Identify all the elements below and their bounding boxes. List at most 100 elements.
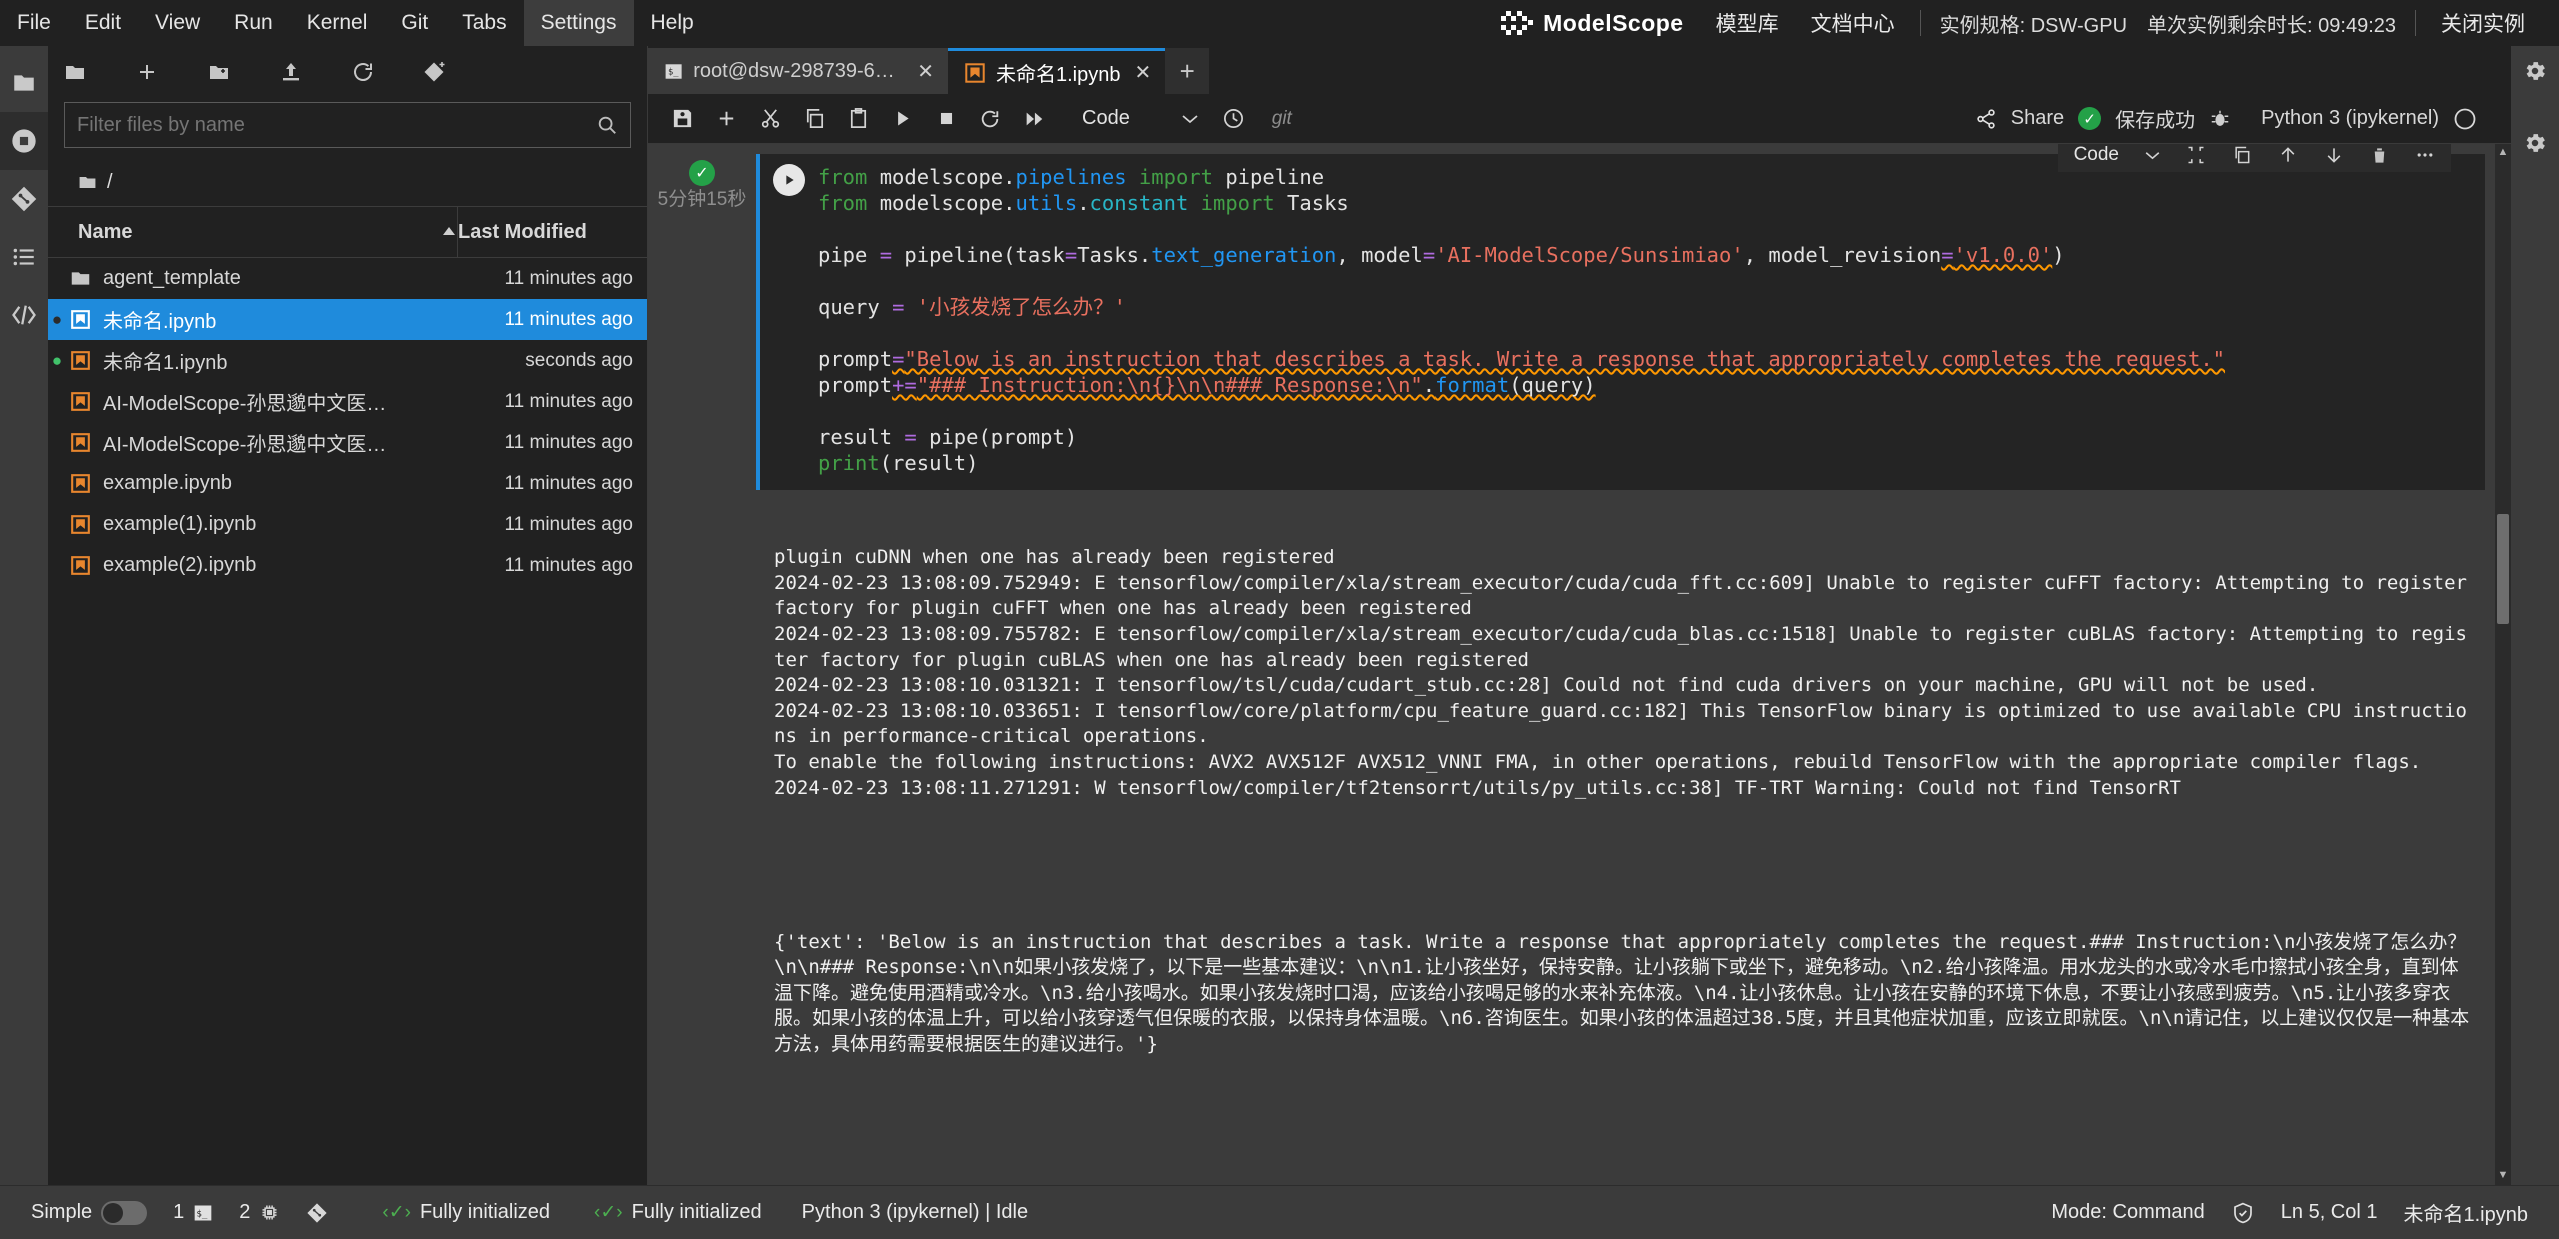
menu-item-help[interactable]: Help xyxy=(634,0,711,46)
upload-icon[interactable] xyxy=(278,59,304,85)
menu-item-run[interactable]: Run xyxy=(217,0,290,46)
more-icon[interactable] xyxy=(2415,145,2435,165)
cell-type-select[interactable]: Code xyxy=(1068,107,1212,130)
history-icon[interactable] xyxy=(1212,100,1256,138)
file-last-modified: 11 minutes ago xyxy=(504,390,633,412)
run-icon[interactable] xyxy=(880,100,924,138)
insert-cell-icon[interactable] xyxy=(704,100,748,138)
header-link-docs[interactable]: 文档中心 xyxy=(1795,8,1911,38)
file-last-modified: 11 minutes ago xyxy=(504,431,633,453)
new-folder-icon[interactable] xyxy=(206,59,232,85)
file-list-item[interactable]: ● 未命名1.ipynb seconds ago xyxy=(48,340,647,381)
menu-item-kernel[interactable]: Kernel xyxy=(290,0,385,46)
menu-item-view[interactable]: View xyxy=(138,0,217,46)
close-instance-button[interactable]: 关闭实例 xyxy=(2425,8,2541,38)
header-link-models[interactable]: 模型库 xyxy=(1700,8,1795,38)
current-filename: 未命名1.ipynb xyxy=(2403,1204,2529,1226)
restart-icon[interactable] xyxy=(968,100,1012,138)
close-icon[interactable]: ✕ xyxy=(1135,60,1152,85)
refresh-icon[interactable] xyxy=(350,59,376,85)
delete-icon[interactable] xyxy=(2370,146,2389,165)
notebook-scrollbar[interactable]: ▲ ▼ xyxy=(2495,144,2511,1185)
file-list-item[interactable]: example(2).ipynb 11 minutes ago xyxy=(48,545,647,586)
chevron-down-icon[interactable] xyxy=(2145,151,2160,160)
column-header-name[interactable]: Name xyxy=(48,221,457,244)
status-item-initialized-1[interactable]: ‹✓› Fully initialized xyxy=(369,1201,563,1224)
notebook-icon xyxy=(965,62,985,83)
copy-icon[interactable] xyxy=(792,100,836,138)
terminal-count[interactable]: 1 $_ xyxy=(160,1201,226,1224)
menu-item-tabs[interactable]: Tabs xyxy=(445,0,523,46)
cell-run-button[interactable] xyxy=(760,154,818,490)
edit-mode-indicator: Mode: Command xyxy=(2051,1201,2205,1223)
kernel-status[interactable]: Python 3 (ipykernel) | Idle xyxy=(789,1201,1041,1224)
move-down-icon[interactable] xyxy=(2324,145,2344,165)
scroll-up-arrow-icon[interactable]: ▲ xyxy=(2497,146,2509,160)
shield-check-icon[interactable] xyxy=(2218,1201,2268,1225)
scroll-down-arrow-icon[interactable]: ▼ xyxy=(2497,1169,2509,1183)
save-icon[interactable] xyxy=(660,100,704,138)
notebook-panel: $_ root@dsw-298739-69db79cc ✕ 未命名1.ipynb… xyxy=(648,46,2511,1185)
folder-icon[interactable] xyxy=(62,59,88,85)
duplicate-icon[interactable] xyxy=(2232,145,2252,165)
menu-item-file[interactable]: File xyxy=(0,0,68,46)
git-label[interactable]: git xyxy=(1256,100,1308,138)
sidebar-item-running[interactable] xyxy=(0,112,48,170)
cell-toolbar-type[interactable]: Code xyxy=(2074,144,2119,166)
new-launcher-icon[interactable] xyxy=(134,59,160,85)
sidebar-item-file-browser[interactable] xyxy=(0,54,48,112)
simple-mode-toggle[interactable]: Simple xyxy=(18,1200,160,1225)
toggle-switch[interactable] xyxy=(101,1200,148,1225)
settings-gear-icon[interactable] xyxy=(2522,130,2548,156)
file-last-modified: 11 minutes ago xyxy=(504,554,633,576)
restart-run-all-icon[interactable] xyxy=(1012,100,1056,138)
instance-spec-label: 实例规格: DSW-GPU xyxy=(1939,14,2128,37)
scrollbar-thumb[interactable] xyxy=(2497,514,2509,624)
move-up-icon[interactable] xyxy=(2278,145,2298,165)
menu-item-settings[interactable]: Settings xyxy=(523,0,634,46)
main-frame: / Name Last Modified agent_template 11 mi… xyxy=(0,46,2559,1185)
column-header-last-modified[interactable]: Last Modified xyxy=(457,207,647,257)
menu-item-edit[interactable]: Edit xyxy=(68,0,138,46)
cell-output-text[interactable]: plugin cuDNN when one has already been r… xyxy=(760,490,2485,1115)
folder-icon xyxy=(66,268,94,289)
tab-notebook[interactable]: 未命名1.ipynb ✕ xyxy=(948,48,1166,94)
sidebar-item-table-of-contents[interactable] xyxy=(0,228,48,286)
cursor-position[interactable]: Ln 5, Col 1 xyxy=(2268,1201,2391,1224)
tab-terminal[interactable]: $_ root@dsw-298739-69db79cc ✕ xyxy=(648,48,948,94)
file-name: AI-ModelScope-孙思邈中文医… xyxy=(103,393,387,415)
menu-item-git[interactable]: Git xyxy=(384,0,445,46)
filter-files-field[interactable] xyxy=(64,102,631,148)
file-list-item[interactable]: AI-ModelScope-孙思邈中文医… 11 minutes ago xyxy=(48,381,647,422)
breadcrumb[interactable]: / xyxy=(48,158,647,206)
close-icon[interactable]: ✕ xyxy=(917,59,934,84)
search-input[interactable] xyxy=(77,113,596,137)
kernel-idle-circle-icon xyxy=(2454,108,2476,129)
share-icon[interactable] xyxy=(1975,108,1997,130)
file-list-item[interactable]: agent_template 11 minutes ago xyxy=(48,258,647,299)
kernel-count[interactable]: 2 xyxy=(226,1201,293,1224)
share-button[interactable]: Share xyxy=(2011,107,2064,130)
git-status[interactable] xyxy=(293,1202,341,1224)
output-log: plugin cuDNN when one has already been r… xyxy=(774,546,2467,799)
status-item-initialized-2[interactable]: ‹✓› Fully initialized xyxy=(581,1201,775,1224)
kernel-name-label[interactable]: Python 3 (ipykernel) xyxy=(2261,107,2439,130)
sidebar-item-git[interactable] xyxy=(0,170,48,228)
cell-source-code[interactable]: from modelscope.pipelines import pipelin… xyxy=(818,154,2485,490)
stop-icon[interactable] xyxy=(924,100,968,138)
cut-icon[interactable] xyxy=(748,100,792,138)
git-clone-icon[interactable] xyxy=(422,59,448,85)
file-list-item[interactable]: example.ipynb 11 minutes ago xyxy=(48,463,647,504)
sidebar-item-extensions[interactable] xyxy=(0,286,48,344)
cell-input-area[interactable]: from modelscope.pipelines import pipelin… xyxy=(756,154,2485,490)
modelscope-logo[interactable]: ModelScope xyxy=(1484,10,1699,37)
property-inspector-icon[interactable] xyxy=(2522,58,2548,84)
debugger-icon[interactable] xyxy=(2209,108,2231,130)
file-list-item[interactable]: example(1).ipynb 11 minutes ago xyxy=(48,504,647,545)
file-list-item[interactable]: ● 未命名.ipynb 11 minutes ago xyxy=(48,299,647,340)
file-list-item[interactable]: AI-ModelScope-孙思邈中文医… 11 minutes ago xyxy=(48,422,647,463)
new-tab-button[interactable]: + xyxy=(1165,48,1210,94)
collapse-icon[interactable] xyxy=(2186,145,2206,165)
notebook-cell[interactable]: ✓ 5分钟15秒 from modelscope.pipelines impor… xyxy=(648,154,2485,490)
paste-icon[interactable] xyxy=(836,100,880,138)
